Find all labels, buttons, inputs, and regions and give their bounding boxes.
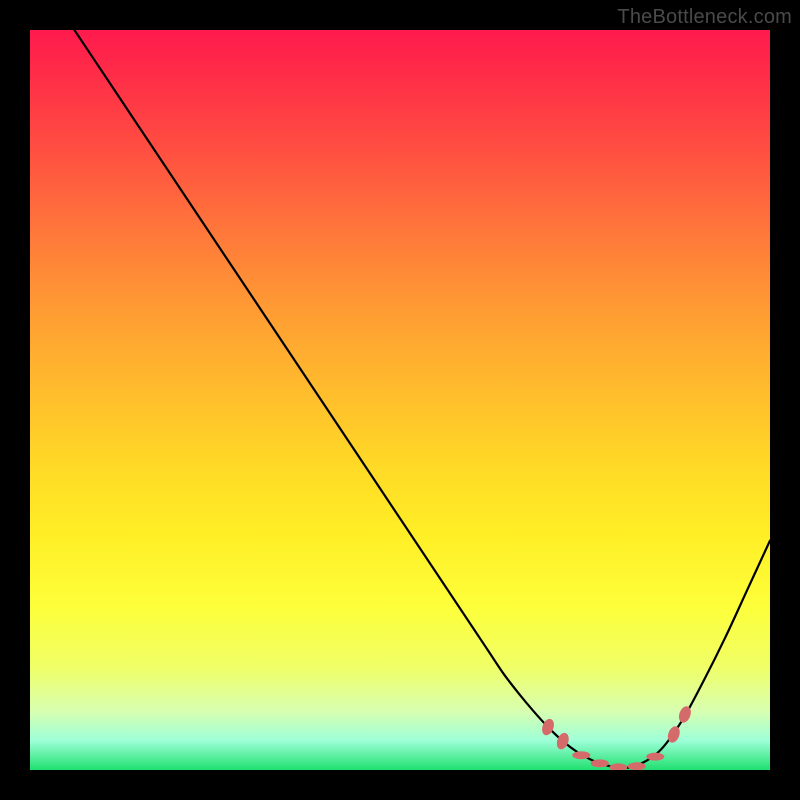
optimum-marker: [572, 751, 590, 759]
optimum-markers: [540, 705, 693, 770]
bottleneck-curve: [74, 30, 770, 768]
optimum-marker: [646, 753, 664, 761]
optimum-marker: [555, 731, 571, 751]
curve-layer: [30, 30, 770, 770]
plot-area: [30, 30, 770, 770]
optimum-marker: [628, 762, 646, 770]
watermark-text: TheBottleneck.com: [617, 6, 792, 29]
optimum-marker: [609, 763, 627, 770]
optimum-marker: [591, 759, 609, 767]
chart-frame: TheBottleneck.com: [0, 0, 800, 800]
